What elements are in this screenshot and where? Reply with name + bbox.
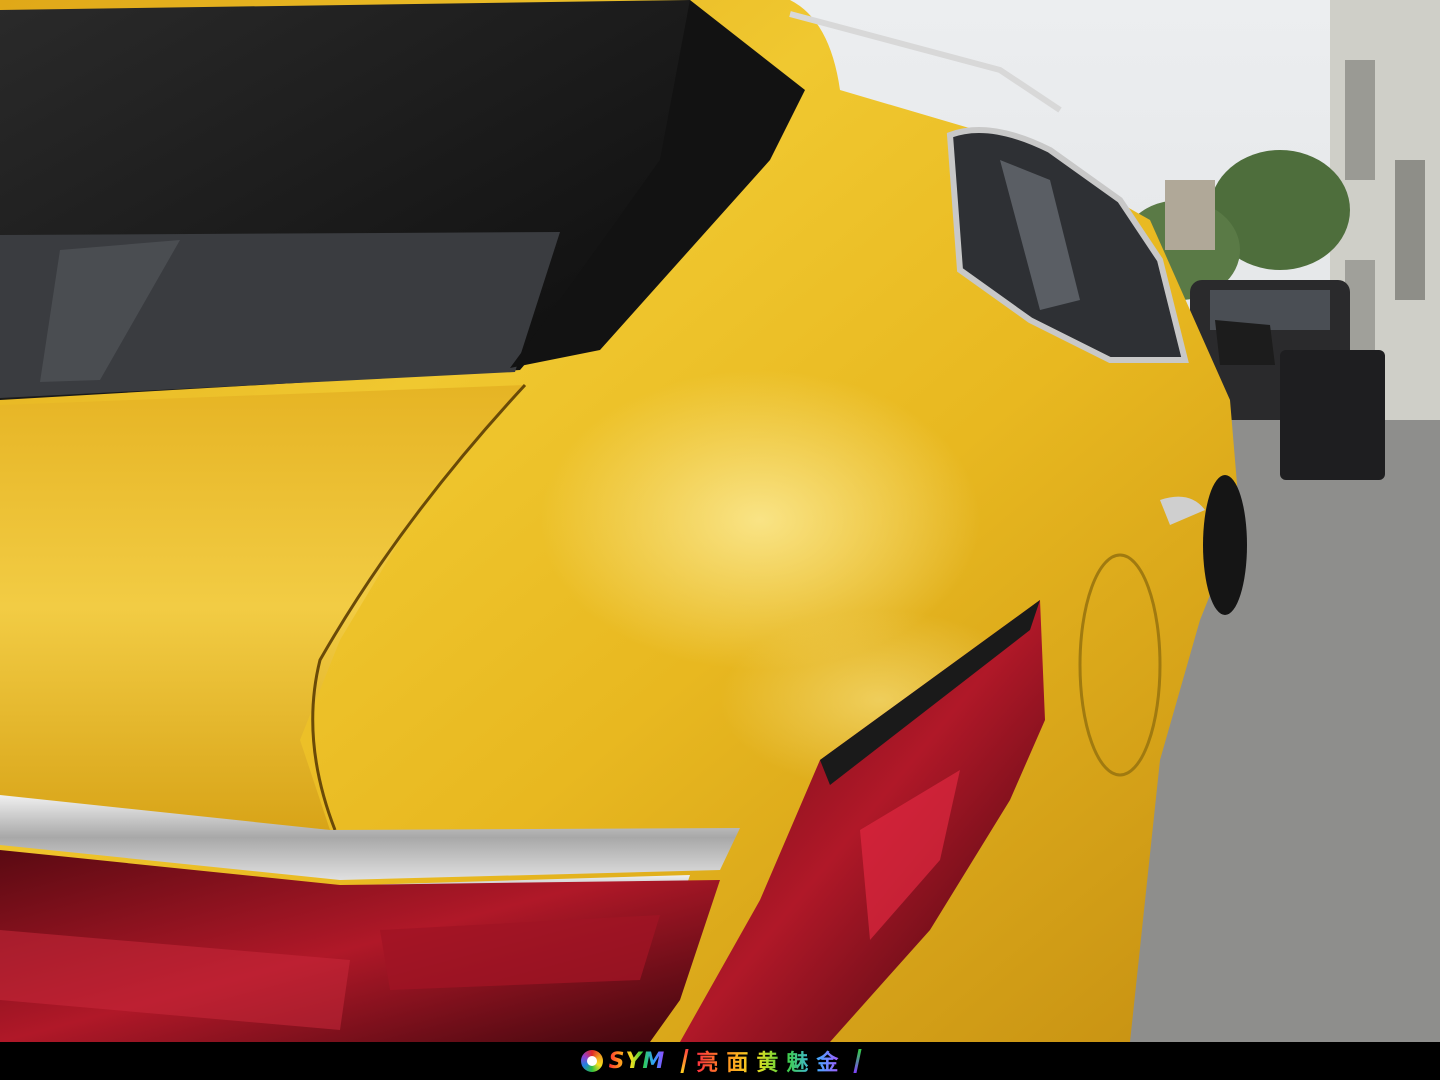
rear-wheel [1203, 475, 1247, 615]
side-mirror [1215, 320, 1275, 365]
caption-divider-right [853, 1049, 862, 1073]
brand-logo-icon [580, 1050, 603, 1072]
car-photo [0, 0, 1440, 1042]
caption-divider-left [680, 1049, 689, 1073]
caption-group: 亮面黄魅金 [680, 1045, 862, 1077]
caption-text: 亮面黄魅金 [696, 1045, 846, 1077]
brand-logo-text: SYM [608, 1048, 666, 1074]
brand-logo: SYM [580, 1048, 666, 1074]
trash-bin [1280, 350, 1385, 480]
caption-bar: SYM 亮面黄魅金 [0, 1042, 1440, 1080]
